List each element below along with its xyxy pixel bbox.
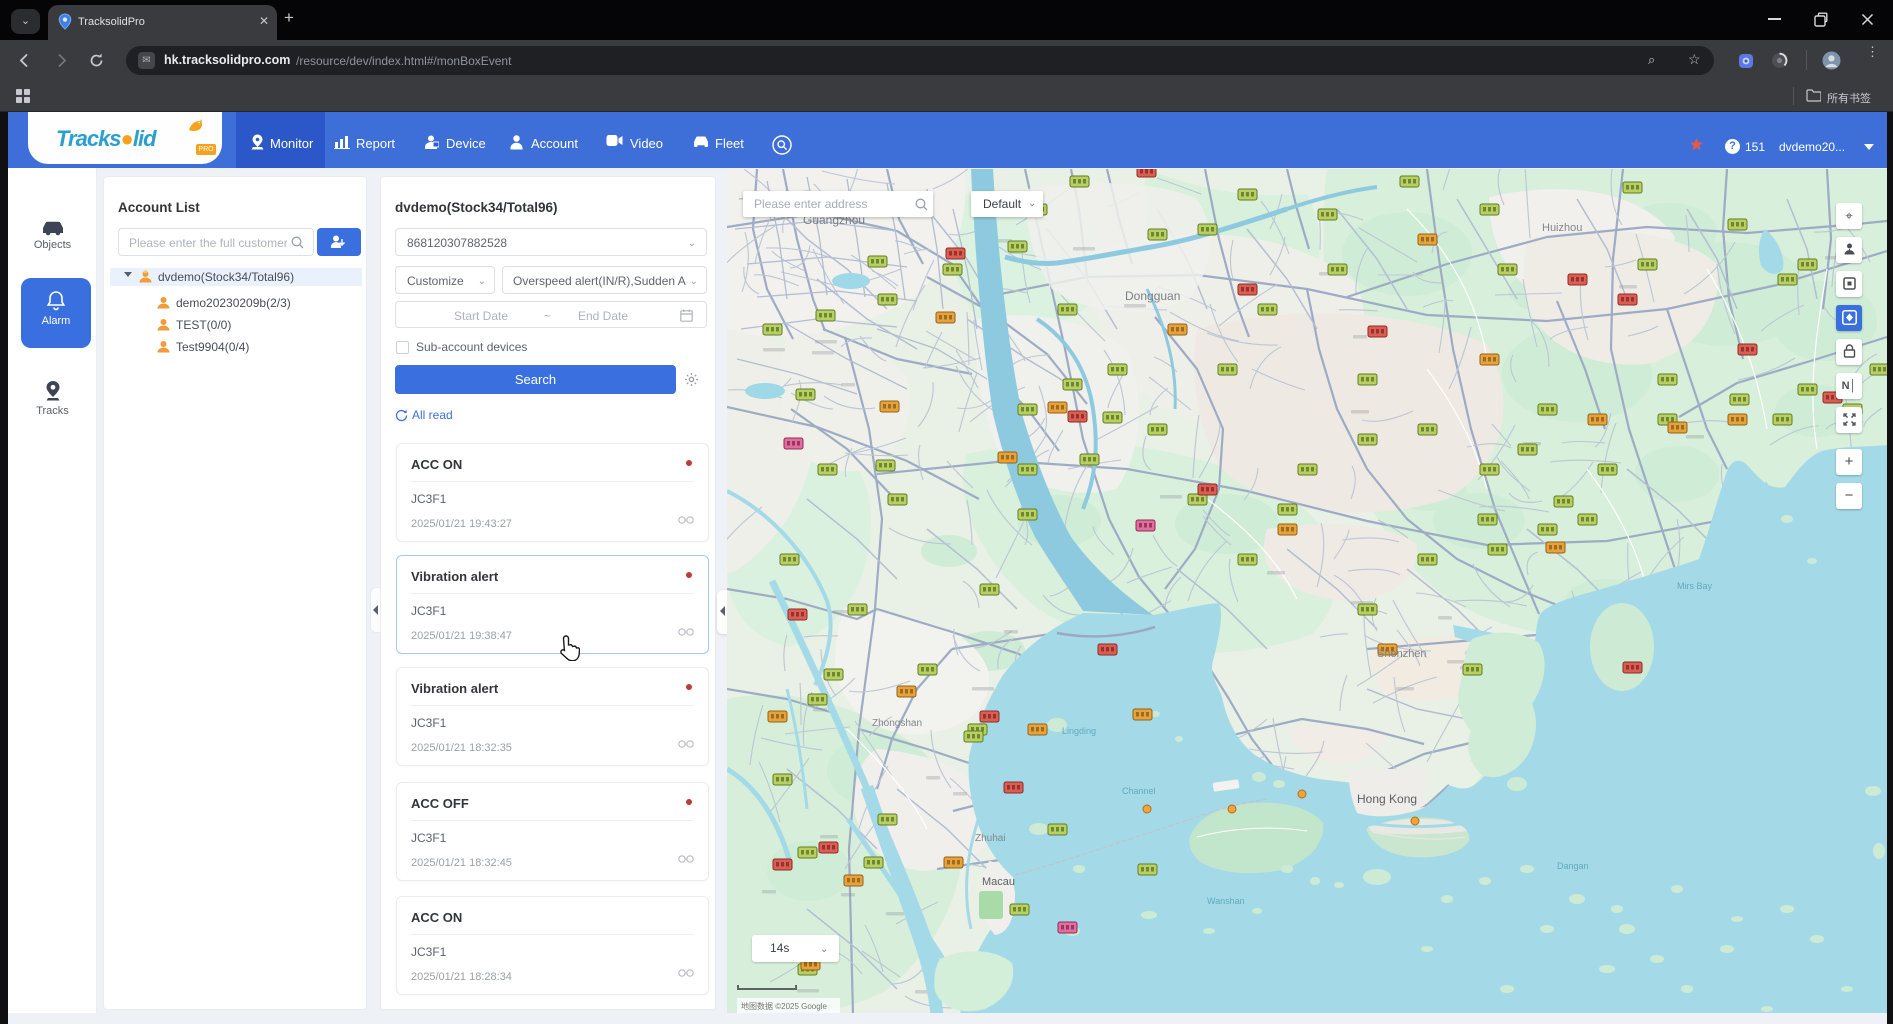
svg-text:Zhongshan: Zhongshan (872, 718, 922, 729)
svg-text:Macau: Macau (982, 876, 1015, 888)
svg-text:Lingding: Lingding (1062, 726, 1096, 736)
svg-text:Hong Kong: Hong Kong (1357, 792, 1417, 806)
svg-text:Mirs Bay: Mirs Bay (1677, 581, 1713, 591)
svg-text:Dongguan: Dongguan (1125, 289, 1180, 303)
svg-text:Zhuhai: Zhuhai (975, 833, 1006, 844)
svg-text:Dangan: Dangan (1557, 861, 1589, 871)
svg-text:Shenzhen: Shenzhen (1377, 648, 1427, 660)
svg-text:Wanshan: Wanshan (1207, 896, 1245, 906)
svg-text:Huizhou: Huizhou (1542, 222, 1582, 234)
svg-text:Channel: Channel (1122, 786, 1156, 796)
